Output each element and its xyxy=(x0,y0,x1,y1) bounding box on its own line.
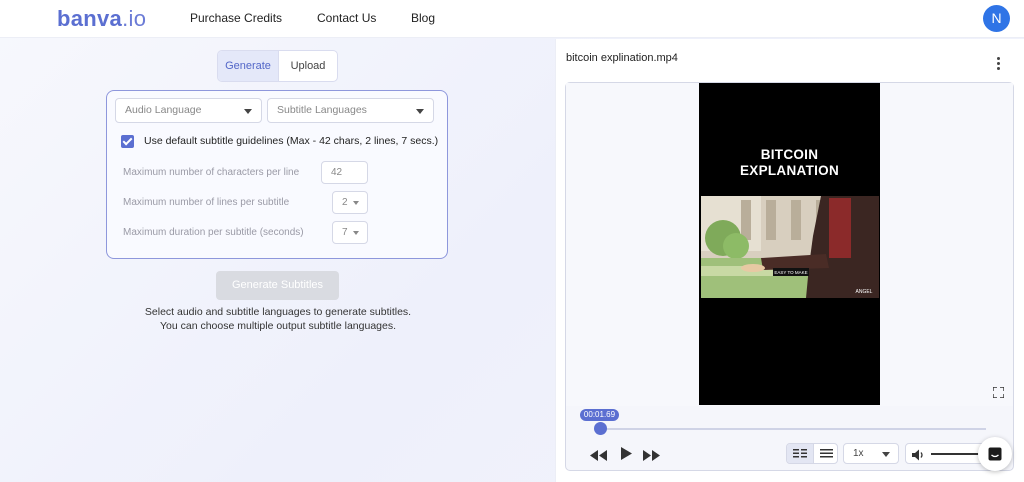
max-duration-label: Maximum duration per subtitle (seconds) xyxy=(123,227,304,238)
nav-purchase-credits[interactable]: Purchase Credits xyxy=(190,11,282,25)
playback-speed-value: 1x xyxy=(853,448,864,459)
top-header: banva.io Purchase Credits Contact Us Blo… xyxy=(0,0,1024,38)
more-options-icon[interactable] xyxy=(997,57,1001,72)
rewind-icon[interactable] xyxy=(590,448,607,466)
chat-icon xyxy=(988,447,1002,461)
max-chars-input[interactable]: 42 xyxy=(321,161,368,184)
chevron-down-icon xyxy=(244,109,252,114)
max-chars-label: Maximum number of characters per line xyxy=(123,167,300,178)
video-overlay-title: BITCOIN EXPLANATION xyxy=(699,147,880,179)
play-icon[interactable] xyxy=(621,447,632,465)
generate-subtitles-button[interactable]: Generate Subtitles xyxy=(216,271,339,300)
subtitle-languages-select[interactable]: Subtitle Languages xyxy=(267,98,434,123)
chat-support-button[interactable] xyxy=(978,437,1012,471)
brand-logo[interactable]: banva.io xyxy=(57,6,146,32)
logo-main: banva xyxy=(57,6,123,31)
default-guidelines-label: Use default subtitle guidelines (Max - 4… xyxy=(144,135,439,147)
split-view-icon xyxy=(793,449,807,458)
tab-generate[interactable]: Generate xyxy=(218,51,278,81)
video-file-name: bitcoin explination.mp4 xyxy=(566,52,678,64)
chevron-down-icon xyxy=(353,201,359,205)
default-guidelines-checkbox[interactable] xyxy=(121,135,134,148)
max-lines-value: 2 xyxy=(342,197,348,208)
tab-upload[interactable]: Upload xyxy=(278,51,337,81)
fast-forward-icon[interactable] xyxy=(643,448,660,466)
chevron-down-icon xyxy=(353,231,359,235)
video-scene-image: EASY TO MAKE ANGEL xyxy=(701,196,879,298)
logo-suffix: .io xyxy=(122,6,147,31)
mode-tabs: Generate Upload xyxy=(217,50,338,82)
hint-text-line1: Select audio and subtitle languages to g… xyxy=(144,306,412,318)
video-caption: EASY TO MAKE xyxy=(774,270,807,275)
nav-contact-us[interactable]: Contact Us xyxy=(317,11,376,25)
video-title-line2: EXPLANATION xyxy=(739,163,840,178)
nav-blog[interactable]: Blog xyxy=(411,11,435,25)
list-view-button[interactable] xyxy=(813,444,837,463)
video-watermark: ANGEL xyxy=(856,289,873,295)
max-duration-value: 7 xyxy=(342,227,348,238)
max-duration-select[interactable]: 7 xyxy=(332,221,368,244)
playback-speed-select[interactable]: 1x xyxy=(843,443,899,464)
list-view-icon xyxy=(820,449,833,458)
hint-text-line2: You can choose multiple output subtitle … xyxy=(159,320,397,332)
chevron-down-icon xyxy=(882,452,890,457)
fullscreen-icon[interactable] xyxy=(992,385,1005,399)
max-lines-label: Maximum number of lines per subtitle xyxy=(123,197,290,208)
current-time-badge: 00:01.69 xyxy=(580,409,619,421)
volume-icon[interactable] xyxy=(912,448,926,466)
view-toggle-group xyxy=(786,443,838,464)
seek-track[interactable] xyxy=(600,428,986,430)
split-view-button[interactable] xyxy=(787,444,813,463)
subtitle-languages-placeholder: Subtitle Languages xyxy=(277,104,367,116)
user-avatar[interactable]: N xyxy=(983,5,1010,32)
seek-thumb[interactable] xyxy=(594,422,607,435)
audio-language-select[interactable]: Audio Language xyxy=(115,98,262,123)
chevron-down-icon xyxy=(416,109,424,114)
video-title-line1: BITCOIN xyxy=(760,147,819,162)
audio-language-placeholder: Audio Language xyxy=(125,104,202,116)
max-lines-select[interactable]: 2 xyxy=(332,191,368,214)
